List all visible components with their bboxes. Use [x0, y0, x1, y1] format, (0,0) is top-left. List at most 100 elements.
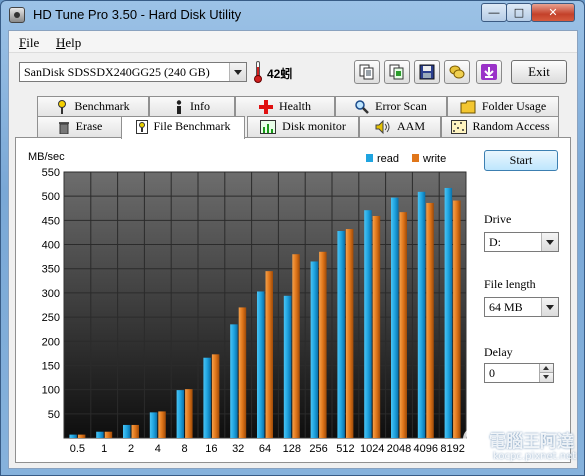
bar-read [283, 295, 292, 438]
tab-folder-usage[interactable]: Folder Usage [447, 96, 559, 117]
x-tick-label: 8 [182, 443, 188, 455]
bar-write [265, 271, 273, 438]
watermark: 電腦王阿達 kocpc.pixnet.net [459, 421, 579, 469]
copy-icon [359, 64, 374, 80]
folder-icon [460, 100, 476, 114]
watermark-text: 電腦王阿達 [489, 432, 574, 452]
tab-health[interactable]: Health [235, 96, 335, 117]
tab-folder-usage-label: Folder Usage [481, 99, 547, 113]
health-cross-icon [259, 100, 273, 115]
delay-value: 0 [489, 366, 495, 380]
close-button[interactable]: ✕ [531, 3, 575, 22]
tab-info[interactable]: Info [149, 96, 235, 117]
tab-file-benchmark-label: File Benchmark [153, 119, 231, 133]
spin-up-icon[interactable] [539, 364, 553, 373]
y-tick-label: 250 [42, 312, 60, 324]
tab-aam[interactable]: AAM [359, 116, 441, 137]
bar-read [69, 434, 77, 438]
magnifier-icon [355, 100, 370, 115]
drive-dropdown-value: SanDisk SDSSDX240GG25 (240 GB) [24, 65, 210, 79]
copy-screenshot-button[interactable] [384, 60, 410, 84]
chevron-down-icon[interactable] [541, 233, 558, 251]
bar-read [310, 261, 319, 438]
copy-info-button[interactable] [354, 60, 380, 84]
floppy-disk-icon [419, 64, 435, 80]
tab-benchmark[interactable]: Benchmark [37, 96, 149, 117]
spin-down-icon[interactable] [539, 373, 553, 382]
y-tick-label: 50 [48, 409, 60, 421]
x-tick-label: 512 [336, 443, 354, 455]
x-tick-label: 32 [232, 443, 244, 455]
drive-letter-dropdown[interactable]: D: [484, 232, 559, 252]
y-tick-label: 100 [42, 385, 60, 397]
info-icon [176, 100, 182, 115]
legend-swatch-write [412, 154, 419, 162]
tab-error-scan[interactable]: Error Scan [335, 96, 447, 117]
delay-label: Delay [484, 345, 513, 359]
tab-random-access-label: Random Access [472, 119, 550, 133]
menu-file[interactable]: File [19, 35, 39, 51]
options-button[interactable] [444, 60, 470, 84]
x-tick-label: 4096 [414, 443, 438, 455]
exit-button[interactable]: Exit [511, 60, 567, 84]
drive-dropdown[interactable]: SanDisk SDSSDX240GG25 (240 GB) [19, 62, 247, 82]
bar-write [399, 212, 407, 438]
drive-letter-value: D: [489, 235, 501, 249]
temperature-readout: 42蚓 [267, 67, 293, 81]
x-tick-label: 64 [259, 443, 271, 455]
tab-random-access[interactable]: Random Access [441, 116, 559, 137]
bar-write [131, 424, 139, 438]
watermark-logo-icon [463, 427, 487, 451]
file-length-dropdown[interactable]: 64 MB [484, 297, 559, 317]
tab-strip: Benchmark Info Health Error Scan Folder … [15, 96, 571, 140]
chart-svg: MB/sec read write5010015020025030035040045… [28, 151, 467, 455]
bar-write [372, 216, 381, 438]
y-tick-label: 500 [42, 191, 60, 203]
bar-read [230, 324, 238, 438]
tab-aam-label: AAM [396, 119, 425, 133]
delay-spinbox[interactable]: 0 [484, 363, 554, 383]
bar-read [149, 412, 158, 438]
download-button[interactable] [476, 60, 502, 84]
bar-write [211, 354, 220, 438]
transfer-rate-chart: MB/sec read write 50 100 150 200 250 300 350 400 45… [26, 144, 476, 460]
x-tick-label: 2 [128, 443, 134, 455]
x-tick-label: 4 [155, 443, 161, 455]
y-axis-label: MB/sec [28, 151, 65, 163]
save-button[interactable] [414, 60, 440, 84]
random-access-icon [450, 120, 467, 135]
bar-write [77, 434, 86, 438]
menu-help[interactable]: Help [56, 35, 81, 51]
tab-disk-monitor[interactable]: Disk monitor [247, 116, 359, 137]
bar-read [337, 231, 345, 438]
drive-label: Drive [484, 212, 512, 226]
chevron-down-icon[interactable] [541, 298, 558, 316]
app-window: HD Tune Pro 3.50 - Hard Disk Utility ― □… [0, 0, 585, 476]
start-button[interactable]: Start [484, 150, 558, 171]
bar-read [444, 187, 453, 438]
legend-label-read: read [377, 153, 399, 165]
bar-write [104, 431, 113, 438]
menu-bar: File Help [9, 31, 577, 53]
file-benchmark-icon [135, 120, 148, 135]
file-length-value: 64 MB [489, 300, 523, 314]
bar-read [96, 431, 104, 438]
window-title: HD Tune Pro 3.50 - Hard Disk Utility [33, 7, 242, 22]
chevron-down-icon[interactable] [229, 63, 246, 81]
tab-file-benchmark[interactable]: File Benchmark [121, 116, 245, 139]
disk-monitor-icon [260, 120, 277, 135]
tab-erase[interactable]: Erase [37, 116, 123, 137]
maximize-button[interactable]: □ [506, 3, 532, 22]
app-disk-icon [9, 7, 25, 23]
y-tick-label: 350 [42, 264, 60, 276]
minimize-button[interactable]: ― [481, 3, 507, 22]
bar-read [391, 197, 399, 438]
tab-benchmark-label: Benchmark [74, 99, 130, 113]
tab-info-label: Info [190, 99, 210, 113]
bar-read [364, 210, 372, 438]
benchmark-icon [58, 100, 67, 115]
title-bar[interactable]: HD Tune Pro 3.50 - Hard Disk Utility ― □… [1, 1, 584, 29]
tab-disk-monitor-label: Disk monitor [282, 119, 346, 133]
copy-screenshot-icon [389, 64, 404, 80]
file-length-label: File length [484, 277, 536, 291]
